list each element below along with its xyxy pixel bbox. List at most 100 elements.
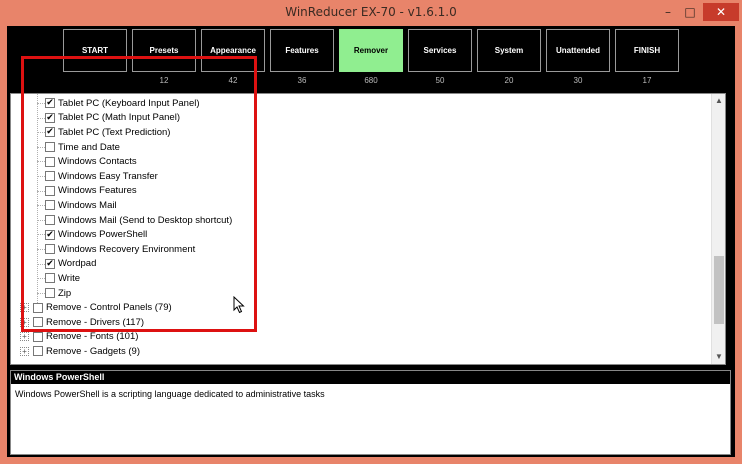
- tree-item-checkbox[interactable]: [45, 215, 55, 226]
- tab-start[interactable]: START: [63, 29, 127, 72]
- remover-tree: Tablet PC (Keyboard Input Panel) Tablet P…: [10, 93, 726, 365]
- tree-item[interactable]: Time and Date: [45, 140, 120, 155]
- tree-item-label: Tablet PC (Keyboard Input Panel): [58, 97, 200, 109]
- tab-count-features: 36: [297, 76, 307, 85]
- tab-unattended[interactable]: Unattended: [546, 29, 610, 72]
- window-title: WinReducer EX-70 - v1.6.1.0: [285, 5, 457, 19]
- tree-group-label: Remove - Fonts (101): [46, 331, 139, 343]
- tree-connector-line: [37, 176, 45, 177]
- description-panel: Windows PowerShell Windows PowerShell is…: [10, 370, 731, 455]
- tree-connector-line: [37, 161, 45, 163]
- tree-group-label: Remove - Gadgets (9): [46, 345, 140, 357]
- expand-icon[interactable]: +: [20, 317, 29, 327]
- tab-count-services: 50: [435, 76, 445, 85]
- tree-item[interactable]: Windows Contacts: [45, 154, 137, 169]
- expand-icon[interactable]: +: [20, 332, 29, 342]
- tree-item-label: Write: [58, 272, 80, 284]
- tree-group[interactable]: + Remove - Control Panels (79): [20, 300, 172, 315]
- tab-services[interactable]: Services: [408, 29, 472, 72]
- tree-item-checkbox[interactable]: [45, 171, 55, 182]
- tree-item-label: Windows Easy Transfer: [58, 170, 158, 182]
- tree-item-label: Windows Contacts: [58, 156, 137, 168]
- tree-item[interactable]: Windows Recovery Environment: [45, 242, 195, 257]
- tree-item[interactable]: Tablet PC (Math Input Panel): [45, 111, 180, 126]
- tree-group[interactable]: + Remove - Gadgets (9): [20, 344, 140, 359]
- tab-features[interactable]: Features: [270, 29, 334, 72]
- scroll-thumb[interactable]: [714, 256, 724, 324]
- tree-item[interactable]: Windows Mail (Send to Desktop shortcut): [45, 213, 232, 228]
- tree-group-checkbox[interactable]: [33, 346, 43, 357]
- tree-item-checkbox[interactable]: [45, 98, 55, 109]
- tree-item-checkbox[interactable]: [45, 112, 55, 123]
- tab-count-system: 20: [504, 76, 514, 85]
- tree-scrollbar[interactable]: ▲ ▼: [711, 94, 725, 364]
- tree-item[interactable]: Windows PowerShell: [45, 227, 147, 242]
- tab-appearance[interactable]: Appearance: [201, 29, 265, 72]
- tree-connector-line: [37, 190, 45, 192]
- tree-connector-line: [37, 234, 45, 236]
- mouse-cursor-icon: [233, 296, 245, 314]
- tree-item-checkbox[interactable]: [45, 200, 55, 211]
- tree-item-label: Windows PowerShell: [58, 229, 148, 241]
- tree-item[interactable]: Write: [45, 271, 80, 286]
- tree-connector-line: [37, 117, 45, 119]
- tree-item-checkbox[interactable]: [45, 156, 55, 167]
- tree-item[interactable]: Zip: [45, 286, 71, 301]
- tree-item-checkbox[interactable]: [45, 273, 55, 284]
- tree-item-checkbox[interactable]: [45, 244, 55, 255]
- description-text: Windows PowerShell is a scripting langua…: [15, 389, 325, 399]
- tab-presets[interactable]: Presets: [132, 29, 196, 72]
- tab-count-finish: 17: [642, 76, 652, 85]
- tree-group-checkbox[interactable]: [33, 302, 43, 313]
- tree-item-checkbox[interactable]: [45, 288, 55, 299]
- tree-item-checkbox[interactable]: [45, 127, 55, 138]
- close-button[interactable]: ✕: [703, 3, 739, 21]
- tree-item-label: Windows Features: [58, 185, 137, 197]
- main-window: START Presets 12 Appearance 42 Features 36 Remo…: [7, 26, 735, 457]
- tab-count-presets: 12: [159, 76, 169, 85]
- tree-item-label: Zip: [58, 287, 72, 299]
- tree-connector-line: [37, 132, 45, 134]
- tree-item-checkbox[interactable]: [45, 142, 55, 153]
- tree-connector-line: [37, 205, 45, 207]
- scroll-down-icon[interactable]: ▼: [712, 350, 725, 364]
- tree-connector-line: [37, 103, 45, 104]
- tree-connector-line: [37, 278, 45, 280]
- scroll-up-icon[interactable]: ▲: [712, 94, 725, 108]
- tree-item[interactable]: Windows Mail: [45, 198, 117, 213]
- tree-connector-line: [37, 292, 45, 294]
- tree-connector-line: [37, 94, 38, 307]
- tree-connector-line: [37, 146, 45, 148]
- tree-item-checkbox[interactable]: [45, 258, 55, 269]
- tab-count-unattended: 30: [573, 76, 583, 85]
- tab-finish[interactable]: FINISH: [615, 29, 679, 72]
- expand-icon[interactable]: +: [20, 303, 29, 313]
- tab-count-appearance: 42: [228, 76, 238, 85]
- expand-icon[interactable]: +: [20, 346, 29, 356]
- tree-group-label: Remove - Drivers (117): [46, 316, 145, 328]
- tab-count-remover: 680: [364, 76, 378, 85]
- tree-item-label: Windows Mail (Send to Desktop shortcut): [58, 214, 233, 226]
- tree-item[interactable]: Wordpad: [45, 257, 96, 272]
- tree-item[interactable]: Tablet PC (Keyboard Input Panel): [45, 96, 200, 111]
- tab-remover[interactable]: Remover: [339, 29, 403, 72]
- minimize-button[interactable]: –: [658, 3, 678, 21]
- tree-item-label: Tablet PC (Text Prediction): [58, 126, 171, 138]
- tree-item-label: Windows Mail: [58, 199, 117, 211]
- maximize-button[interactable]: □: [680, 3, 700, 21]
- tree-item-label: Windows Recovery Environment: [58, 243, 196, 255]
- tree-group-checkbox[interactable]: [33, 331, 43, 342]
- tree-group[interactable]: + Remove - Drivers (117): [20, 315, 144, 330]
- tree-group[interactable]: + Remove - Fonts (101): [20, 330, 138, 345]
- tree-group-label: Remove - Control Panels (79): [46, 302, 172, 314]
- tree-item[interactable]: Windows Easy Transfer: [45, 169, 158, 184]
- tree-item-label: Wordpad: [58, 258, 97, 270]
- tree-item[interactable]: Tablet PC (Text Prediction): [45, 125, 170, 140]
- tree-item-checkbox[interactable]: [45, 229, 55, 240]
- tree-connector-line: [37, 249, 45, 250]
- tree-item-label: Tablet PC (Math Input Panel): [58, 112, 180, 124]
- tree-group-checkbox[interactable]: [33, 317, 43, 328]
- tree-item-checkbox[interactable]: [45, 185, 55, 196]
- tab-system[interactable]: System: [477, 29, 541, 72]
- tree-item[interactable]: Windows Features: [45, 184, 137, 199]
